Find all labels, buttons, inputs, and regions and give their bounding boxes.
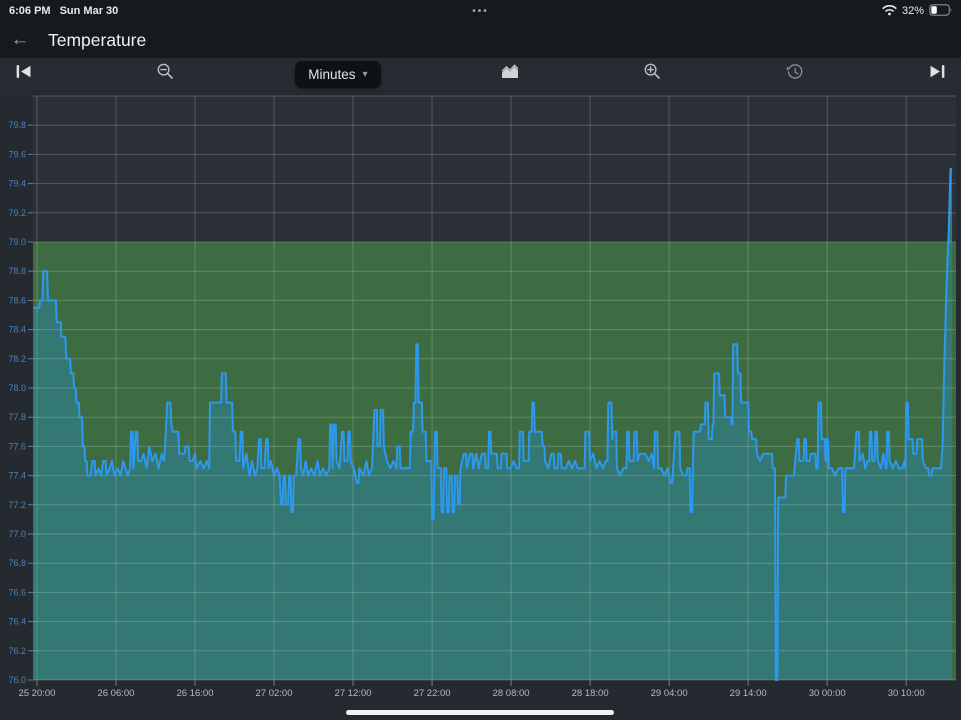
x-tick-label: 29 04:00: [651, 688, 688, 699]
y-tick-label: 79.8: [8, 120, 26, 130]
y-tick-label: 76.6: [8, 587, 26, 597]
x-tick-label: 27 22:00: [414, 688, 451, 699]
y-tick-label: 77.8: [8, 412, 26, 422]
status-bar: 6:06 PM Sun Mar 30 ••• 32%: [0, 0, 961, 22]
y-tick-label: 76.2: [8, 646, 26, 656]
skip-to-end-icon: [930, 64, 945, 84]
y-tick-label: 77.6: [8, 441, 26, 451]
zoom-out-button[interactable]: [153, 60, 179, 88]
more-dots-indicator: •••: [0, 6, 961, 17]
y-tick-label: 78.4: [8, 325, 26, 335]
history-clock-icon: [786, 63, 804, 86]
x-tick-label: 28 08:00: [493, 688, 530, 699]
y-tick-label: 76.0: [8, 675, 26, 685]
period-dropdown-label: Minutes: [308, 67, 355, 82]
y-tick-label: 78.6: [8, 295, 26, 305]
nav-bar: ← Temperature: [0, 22, 961, 58]
y-tick-label: 79.2: [8, 208, 26, 218]
zoom-in-icon: [643, 62, 662, 86]
temperature-chart[interactable]: 79.8 79.6 79.4 79.2 79.0 78.8 78.6 78.4 78.2 78.0…: [0, 90, 961, 720]
x-tick-label: 26 16:00: [177, 688, 214, 699]
skip-to-start-icon: [16, 64, 31, 84]
history-button[interactable]: [782, 60, 808, 88]
zoom-out-icon: [156, 62, 175, 86]
x-tick-label: 30 10:00: [888, 688, 925, 699]
x-tick-label: 30 00:00: [809, 688, 846, 699]
status-right: 32%: [882, 4, 961, 19]
y-tick-label: 79.0: [8, 237, 26, 247]
y-tick-label: 79.6: [8, 149, 26, 159]
x-tick-label: 27 12:00: [335, 688, 372, 699]
x-tick-label: 29 14:00: [730, 688, 767, 699]
y-tick-label: 78.0: [8, 383, 26, 393]
x-tick-label: 27 02:00: [256, 688, 293, 699]
y-tick-label: 76.4: [8, 617, 26, 627]
skip-to-end-button[interactable]: [925, 60, 951, 88]
x-tick-label: 28 18:00: [572, 688, 609, 699]
y-tick-label: 77.2: [8, 500, 26, 510]
y-tick-label: 78.8: [8, 266, 26, 276]
x-tick-label: 25 20:00: [18, 688, 55, 699]
battery-percent-text: 32%: [902, 5, 924, 17]
battery-icon: [929, 4, 953, 19]
chart-type-button[interactable]: [497, 60, 523, 88]
skip-to-start-button[interactable]: [10, 60, 36, 88]
period-dropdown[interactable]: Minutes ▾: [295, 61, 380, 88]
page-title: Temperature: [48, 30, 146, 51]
wifi-icon: [882, 4, 897, 19]
chart-toolbar: Minutes ▾: [0, 58, 961, 90]
y-tick-label: 78.2: [8, 354, 26, 364]
chart-canvas[interactable]: 79.8 79.6 79.4 79.2 79.0 78.8 78.6 78.4 78.2 78.0…: [0, 90, 961, 720]
home-indicator[interactable]: [346, 710, 614, 715]
y-tick-label: 77.0: [8, 529, 26, 539]
back-button[interactable]: ←: [0, 29, 40, 51]
area-chart-icon: [501, 64, 519, 84]
y-tick-label: 76.8: [8, 558, 26, 568]
y-tick-label: 79.4: [8, 179, 26, 189]
app-screen: 6:06 PM Sun Mar 30 ••• 32%: [0, 0, 961, 720]
x-tick-label: 26 06:00: [97, 688, 134, 699]
back-arrow-icon: ←: [11, 29, 30, 50]
chevron-down-icon: ▾: [363, 69, 368, 80]
zoom-in-button[interactable]: [640, 60, 666, 88]
y-tick-label: 77.4: [8, 471, 26, 481]
